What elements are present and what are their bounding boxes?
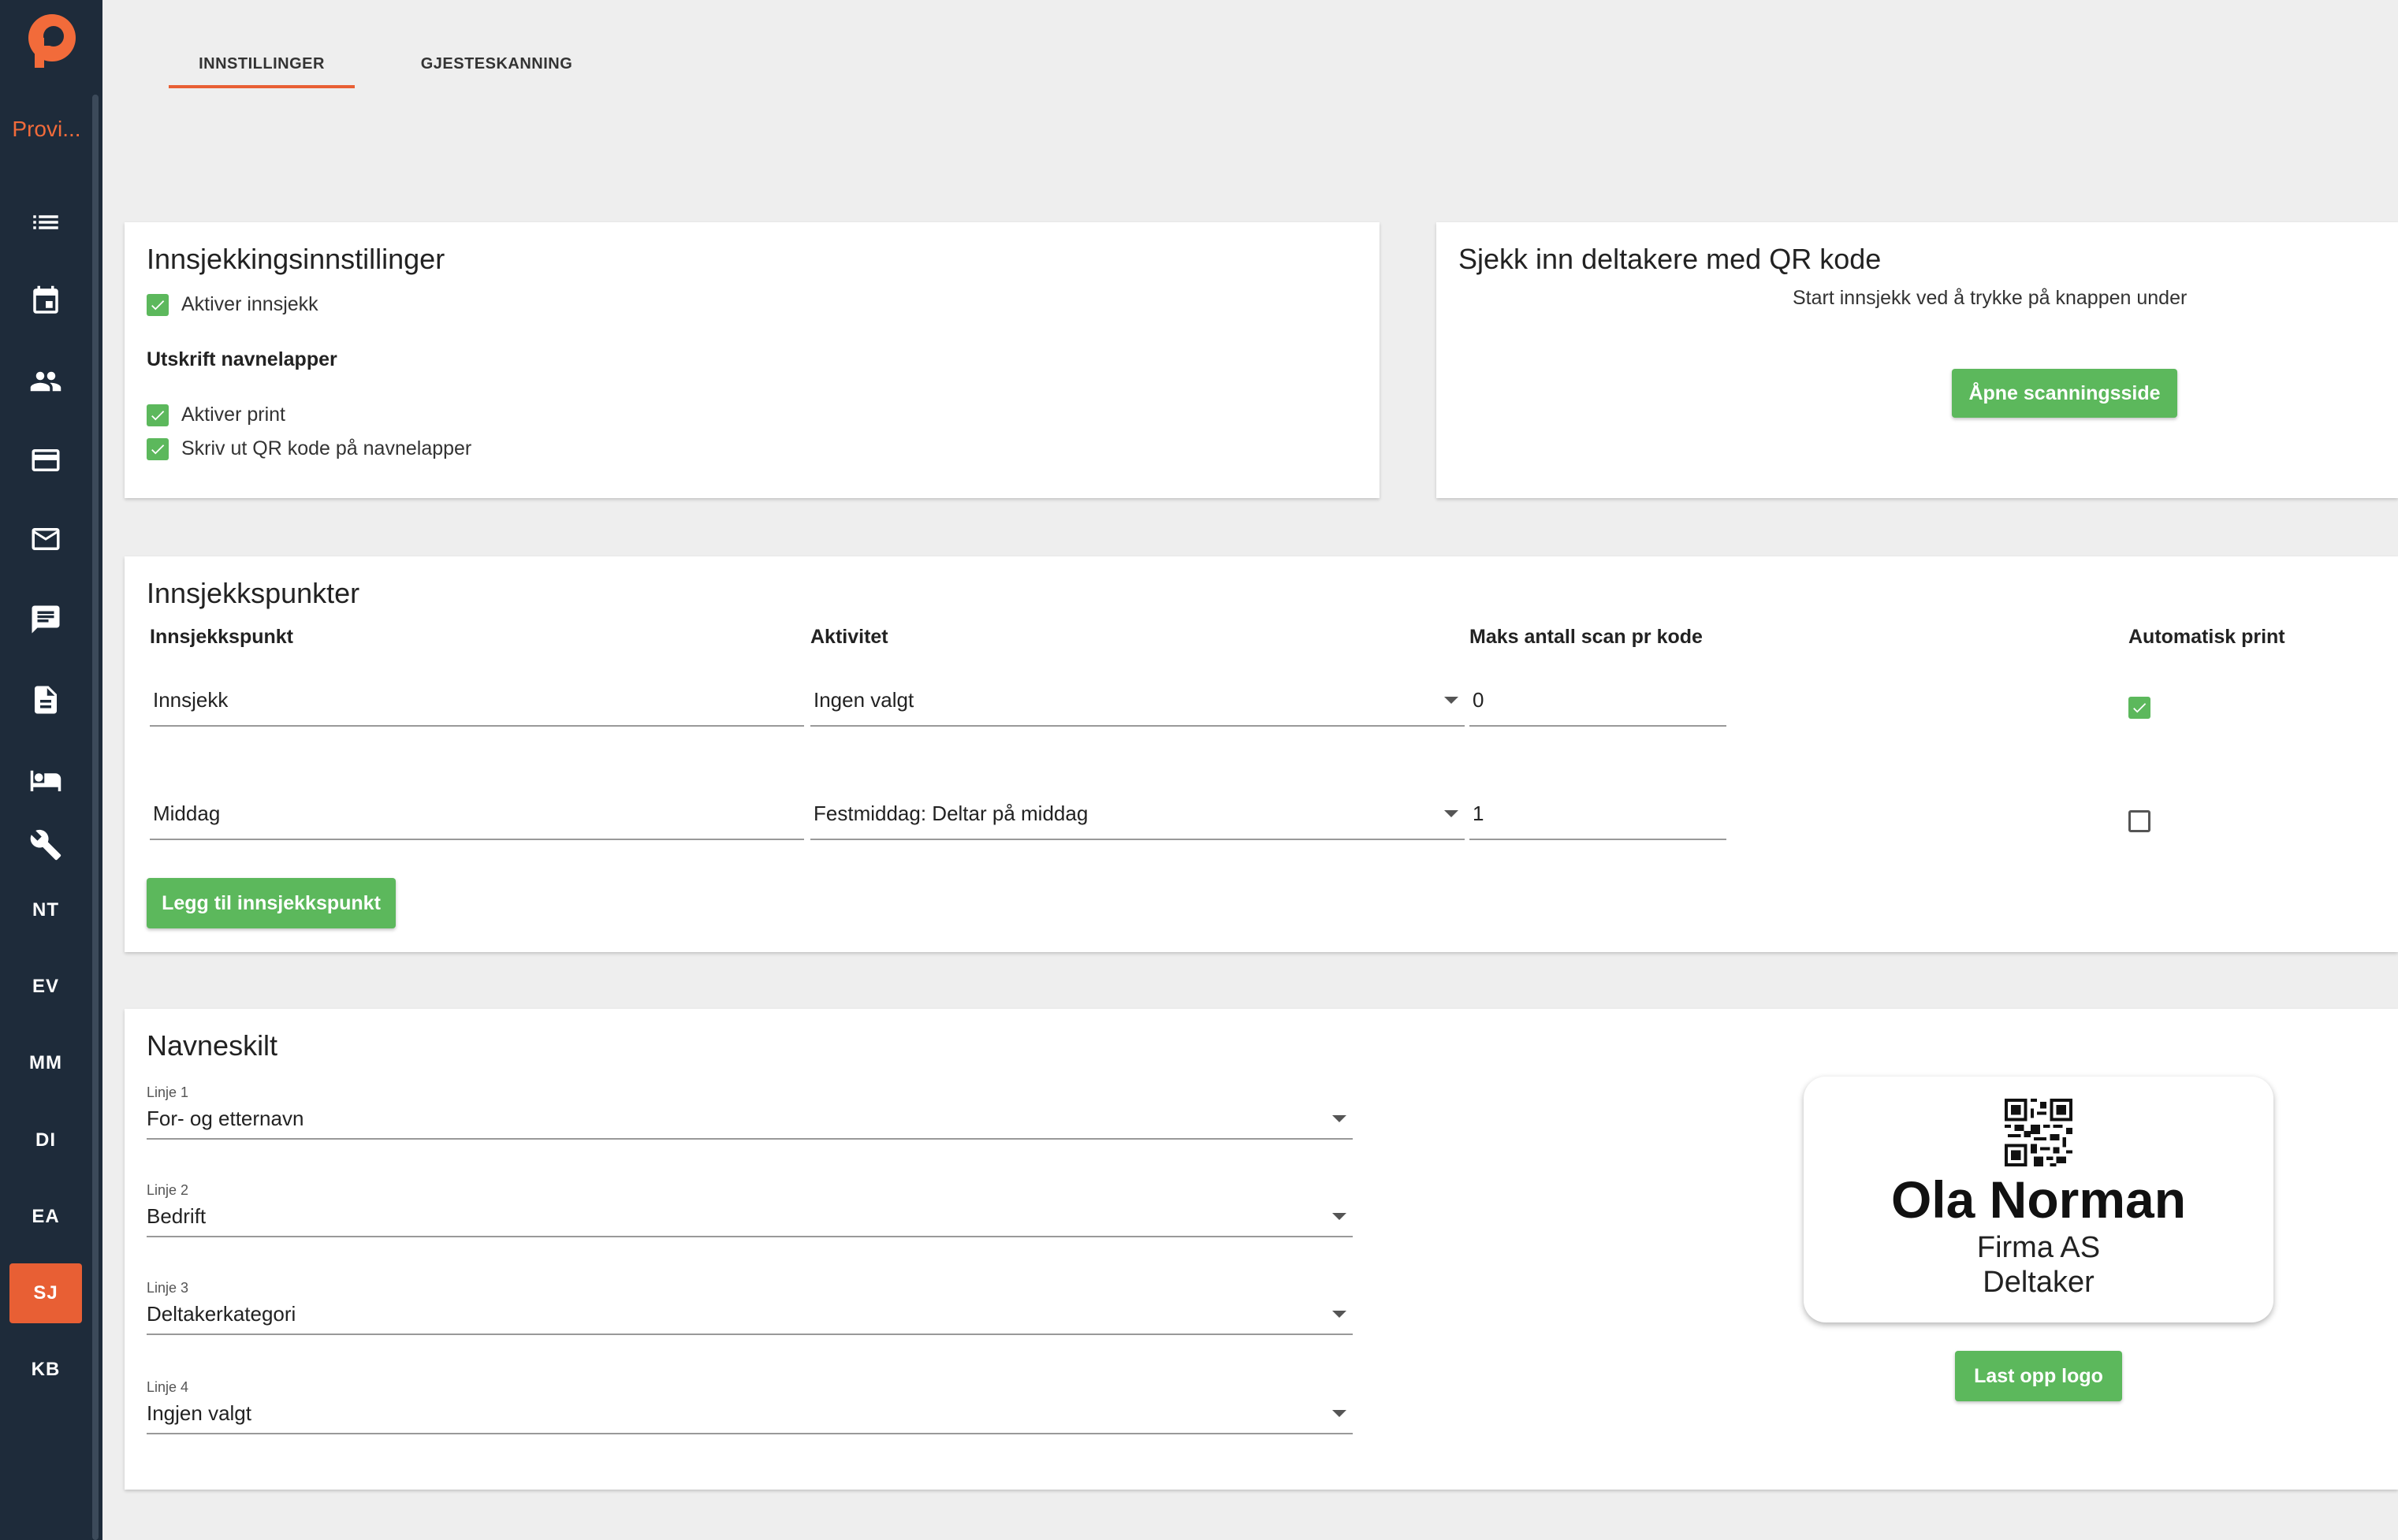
document-icon[interactable] (22, 676, 69, 724)
checkpoint-name-input[interactable]: Innsjekk (150, 675, 804, 727)
sidebar-item-ev[interactable]: EV (9, 957, 82, 1017)
credit-card-icon[interactable] (22, 437, 69, 484)
max-scan-value: 0 (1473, 687, 1484, 712)
enable-print-checkbox[interactable] (147, 404, 169, 426)
checkpoint-name-value: Middag (153, 801, 221, 825)
sidebar-item-nt[interactable]: NT (9, 880, 82, 940)
activity-select[interactable]: Ingen valgt (810, 675, 1465, 727)
dropdown-arrow-icon (1332, 1114, 1346, 1122)
check-icon (2133, 703, 2147, 713)
max-scan-value: 1 (1473, 801, 1484, 825)
line3-value: Deltakerkategori (147, 1301, 296, 1326)
checkpoints-card: Innsjekkspunkter Innsjekkspunkt Aktivite… (125, 556, 2398, 952)
checkpoints-title: Innsjekkspunkter (147, 577, 360, 609)
print-section-title: Utskrift navnelapper (147, 348, 337, 370)
line2-value: Bedrift (147, 1203, 207, 1228)
chat-icon[interactable] (22, 596, 69, 643)
nametag-preview: Ola Norman Firma AS Deltaker (1804, 1077, 2273, 1322)
sidebar-item-di[interactable]: DI (9, 1110, 82, 1170)
nametag-title: Navneskilt (147, 1029, 278, 1062)
activity-value: Ingen valgt (814, 687, 914, 712)
enable-print-label: Aktiver print (181, 404, 285, 426)
checkin-settings-title: Innsjekkingsinnstillinger (147, 243, 445, 275)
tab-gjesteskanning[interactable]: GJESTESKANNING (410, 55, 583, 88)
enable-checkin-label: Aktiver innsjekk (181, 293, 318, 315)
hotel-icon[interactable] (22, 757, 69, 804)
mail-icon[interactable] (22, 515, 69, 563)
line3-select[interactable]: Deltakerkategori (147, 1294, 1353, 1335)
check-icon (151, 410, 165, 420)
qr-checkin-card: Sjekk inn deltakere med QR kode Start in… (1436, 222, 2398, 498)
preview-company: Firma AS (1976, 1231, 2101, 1264)
people-icon[interactable] (22, 358, 69, 405)
list-icon[interactable] (22, 199, 69, 246)
dropdown-arrow-icon (1332, 1212, 1346, 1220)
column-header-auto-print: Automatisk print (2128, 626, 2285, 648)
dropdown-arrow-icon (1332, 1409, 1346, 1417)
auto-print-checkbox[interactable] (2128, 697, 2150, 719)
column-header-max-scan: Maks antall scan pr kode (1469, 626, 1703, 648)
qr-checkin-title: Sjekk inn deltakere med QR kode (1458, 243, 1882, 275)
organization-name[interactable]: Provi... (0, 117, 93, 142)
app-logo-icon[interactable] (22, 11, 82, 71)
line4-select[interactable]: Ingjen valgt (147, 1393, 1353, 1434)
add-checkpoint-button[interactable]: Legg til innsjekkspunkt (147, 878, 396, 928)
column-header-activity: Aktivitet (810, 626, 888, 648)
dropdown-arrow-icon (1444, 809, 1458, 817)
line4-value: Ingjen valgt (147, 1401, 251, 1425)
nametag-card: Navneskilt Linje 1 For- og etternavn Lin… (125, 1009, 2398, 1490)
print-qr-checkbox[interactable] (147, 437, 169, 460)
line1-value: For- og etternavn (147, 1106, 304, 1130)
check-icon (151, 444, 165, 454)
sidebar-item-ea[interactable]: EA (9, 1187, 82, 1247)
qr-checkin-hint: Start innsjekk ved å trykke på knappen u… (1793, 287, 2188, 309)
max-scan-input[interactable]: 1 (1469, 788, 1726, 840)
wrench-icon[interactable] (22, 821, 69, 869)
enable-checkin-checkbox[interactable] (147, 293, 169, 316)
column-header-checkpoint: Innsjekkspunkt (150, 626, 293, 648)
open-scanning-page-button[interactable]: Åpne scanningsside (1952, 369, 2177, 418)
checkin-settings-card: Innsjekkingsinnstillinger Aktiver innsje… (125, 222, 1380, 498)
line2-select[interactable]: Bedrift (147, 1196, 1353, 1237)
check-icon (151, 299, 165, 310)
qr-code-icon (2005, 1099, 2072, 1166)
checkpoint-name-input[interactable]: Middag (150, 788, 804, 840)
preview-name: Ola Norman (1890, 1170, 2187, 1229)
sidebar-item-sj[interactable]: SJ (9, 1263, 82, 1323)
line1-select[interactable]: For- og etternavn (147, 1099, 1353, 1140)
print-qr-row: Skriv ut QR kode på navnelapper (147, 437, 471, 460)
sidebar-item-mm[interactable]: MM (9, 1033, 82, 1093)
upload-logo-button[interactable]: Last opp logo (1955, 1351, 2122, 1401)
sidebar: Provi... NT EV MM DI EA SJ KB (0, 0, 102, 1540)
tab-innstillinger[interactable]: INNSTILLINGER (169, 55, 355, 88)
calendar-icon[interactable] (22, 277, 69, 325)
activity-value: Festmiddag: Deltar på middag (814, 801, 1089, 825)
print-qr-label: Skriv ut QR kode på navnelapper (181, 437, 472, 459)
sidebar-scrollbar[interactable] (92, 95, 99, 1540)
checkpoint-name-value: Innsjekk (153, 687, 229, 712)
enable-checkin-row: Aktiver innsjekk (147, 293, 318, 316)
max-scan-input[interactable]: 0 (1469, 675, 1726, 727)
dropdown-arrow-icon (1332, 1310, 1346, 1318)
preview-category: Deltaker (1983, 1266, 2095, 1299)
dropdown-arrow-icon (1444, 696, 1458, 704)
activity-select[interactable]: Festmiddag: Deltar på middag (810, 788, 1465, 840)
auto-print-checkbox[interactable] (2128, 810, 2150, 832)
enable-print-row: Aktiver print (147, 404, 285, 426)
sidebar-item-kb[interactable]: KB (9, 1340, 82, 1400)
